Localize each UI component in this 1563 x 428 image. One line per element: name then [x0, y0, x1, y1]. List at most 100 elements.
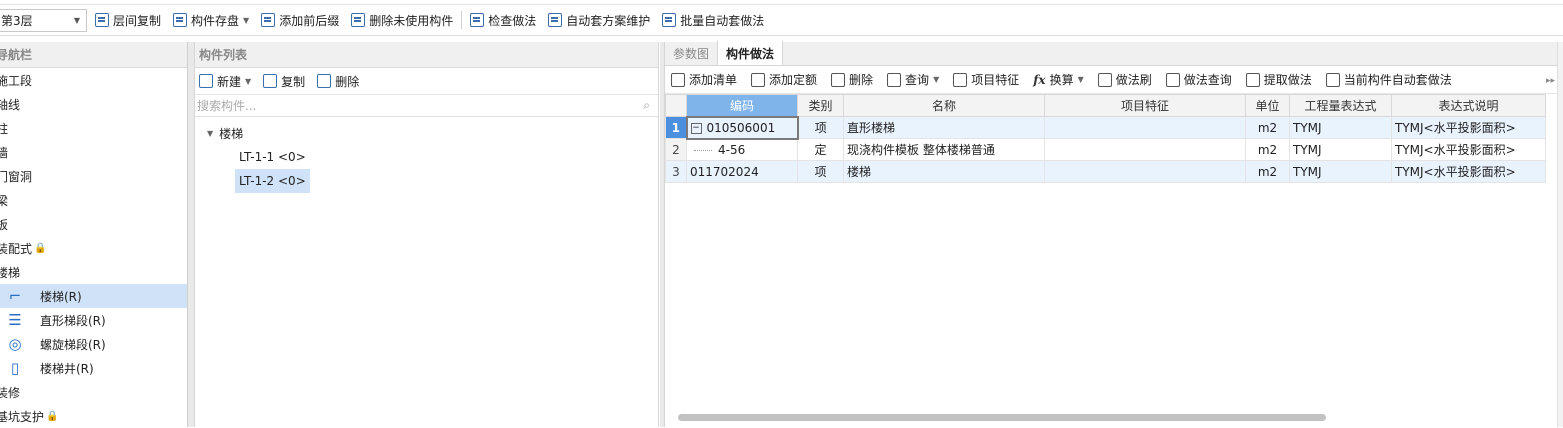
table-row[interactable]: 3 011702024 项 楼梯 m2 TYMJ TYMJ<水平投影面积> — [665, 160, 1546, 183]
nav-subitem-spiral-flight[interactable]: ◎ 螺旋梯段(R) — [0, 332, 187, 356]
nav-item-wall[interactable]: 墙 — [0, 140, 187, 164]
auto-apply-icon — [1325, 72, 1340, 87]
unit-cell[interactable]: m2 — [1245, 138, 1290, 161]
extract-icon — [1245, 72, 1260, 87]
delete-row-button[interactable]: 删除 — [831, 71, 873, 88]
component-list-panel: 构件列表 新建 ▼ 复制 删除 搜索构件... ⌕ ▼ 楼梯 LT-1-1 <0>… — [194, 42, 659, 427]
nav-subitem-straight-flight[interactable]: ☰ 直形梯段(R) — [0, 308, 187, 332]
add-quota-button[interactable]: 添加定额 — [751, 71, 817, 88]
method-panel: 参数图 构件做法 添加清单 添加定额 删除 查询 ▼ 项目特征 fx 换算 ▼ 做法刷… — [664, 41, 1557, 427]
collapse-icon[interactable]: − — [690, 122, 702, 134]
item-feature-button[interactable]: 项目特征 — [953, 71, 1019, 88]
column-header-unit[interactable]: 单位 — [1245, 94, 1290, 117]
expression-desc-cell[interactable]: TYMJ<水平投影面积> — [1391, 116, 1546, 139]
feature-cell[interactable] — [1044, 160, 1246, 183]
nav-item-stair[interactable]: 楼梯 — [0, 260, 187, 284]
column-header-expression-desc[interactable]: 表达式说明 — [1391, 94, 1546, 117]
tab-parameter-figure[interactable]: 参数图 — [665, 41, 717, 65]
more-tools-icon[interactable]: ▸▸ — [1546, 76, 1555, 86]
trash-icon — [317, 74, 332, 88]
batch-icon — [662, 13, 677, 27]
tree-leaf-lt-1-2[interactable]: LT-1-2 <0> — [235, 169, 310, 193]
expression-cell[interactable]: TYMJ — [1289, 138, 1392, 161]
nav-title: 导航栏 — [0, 42, 187, 68]
floor-select[interactable]: 第3层 ▼ — [0, 8, 87, 32]
nav-item-prefab[interactable]: 装配式 🔒 — [0, 236, 187, 260]
method-query-button[interactable]: 做法查询 — [1165, 71, 1232, 88]
tree-node-stair[interactable]: ▼ 楼梯 — [195, 121, 658, 145]
tab-component-method[interactable]: 构件做法 — [717, 41, 784, 65]
corner-cell[interactable] — [665, 94, 687, 117]
nav-item-beam[interactable]: 梁 — [0, 188, 187, 212]
type-cell[interactable]: 项 — [797, 160, 844, 183]
component-list-toolbar: 新建 ▼ 复制 删除 — [195, 68, 658, 95]
column-header-type[interactable]: 类别 — [797, 94, 844, 117]
save-component-button[interactable]: 构件存盘 ▼ — [169, 8, 253, 32]
copy-icon — [263, 74, 278, 88]
stair-icon: ⌐ — [8, 287, 22, 305]
horizontal-scrollbar[interactable] — [678, 414, 1326, 421]
auto-scheme-maintain-button[interactable]: 自动套方案维护 — [544, 8, 654, 32]
expression-desc-cell[interactable]: TYMJ<水平投影面积> — [1391, 138, 1546, 161]
type-cell[interactable]: 项 — [797, 116, 844, 139]
expression-desc-cell[interactable]: TYMJ<水平投影面积> — [1391, 160, 1546, 183]
convert-button[interactable]: fx 换算 ▼ — [1033, 71, 1084, 88]
new-button[interactable]: 新建 ▼ — [199, 73, 251, 90]
table-header-row: 编码 类别 名称 项目特征 单位 工程量表达式 表达式说明 — [665, 94, 1546, 117]
nav-item-decoration[interactable]: 装修 — [0, 380, 187, 404]
nav-item-slab[interactable]: 板 — [0, 212, 187, 236]
add-quota-icon — [751, 72, 766, 87]
column-header-expression[interactable]: 工程量表达式 — [1289, 94, 1392, 117]
delete-unused-button[interactable]: 删除未使用构件 — [347, 8, 457, 32]
auto-apply-current-button[interactable]: 当前构件自动套做法 — [1325, 71, 1452, 88]
add-bill-button[interactable]: 添加清单 — [671, 71, 737, 88]
save-icon — [173, 13, 188, 27]
table-row[interactable]: 1 −010506001 项 直形楼梯 m2 TYMJ TYMJ<水平投影面积> — [665, 115, 1546, 140]
tree-leaf-lt-1-1[interactable]: LT-1-1 <0> — [235, 145, 310, 169]
nav-item-door-window[interactable]: 门窗洞 — [0, 164, 187, 188]
column-header-name[interactable]: 名称 — [843, 94, 1045, 117]
nav-item-construction-section[interactable]: 施工段 — [0, 68, 187, 92]
column-header-code[interactable]: 编码 — [686, 94, 798, 117]
add-prefix-suffix-button[interactable]: 添加前后缀 — [257, 8, 343, 32]
query-button[interactable]: 查询 ▼ — [887, 71, 939, 88]
column-header-feature[interactable]: 项目特征 — [1044, 94, 1246, 117]
code-cell[interactable]: −010506001 — [685, 115, 799, 140]
batch-auto-apply-button[interactable]: 批量自动套做法 — [658, 8, 768, 32]
nav-subitem-stair[interactable]: ⌐ 楼梯(R) — [0, 284, 187, 308]
nav-item-axis[interactable]: 轴线 — [0, 92, 187, 116]
code-cell[interactable]: 4-56 — [686, 138, 798, 161]
chevron-down-icon: ▼ — [1077, 75, 1084, 84]
unit-cell[interactable]: m2 — [1245, 116, 1290, 139]
table-row[interactable]: 2 4-56 定 现浇构件模板 整体楼梯普通 m2 TYMJ TYMJ<水平投影… — [665, 138, 1546, 161]
expression-cell[interactable]: TYMJ — [1289, 116, 1392, 139]
straight-flight-icon: ☰ — [8, 311, 22, 329]
lock-icon: 🔒 — [46, 410, 59, 422]
method-brush-button[interactable]: 做法刷 — [1097, 71, 1152, 88]
code-cell[interactable]: 011702024 — [686, 160, 798, 183]
query-icon — [887, 72, 902, 87]
nav-item-pit-support[interactable]: 基坑支护 🔒 — [0, 404, 187, 428]
expression-cell[interactable]: TYMJ — [1289, 160, 1392, 183]
delete-button[interactable]: 删除 — [317, 73, 359, 90]
name-cell[interactable]: 直形楼梯 — [843, 116, 1045, 139]
component-search-input[interactable]: 搜索构件... ⌕ — [195, 95, 658, 117]
nav-item-column[interactable]: 柱 — [0, 116, 187, 140]
name-cell[interactable]: 楼梯 — [843, 160, 1045, 183]
name-cell[interactable]: 现浇构件模板 整体楼梯普通 — [843, 138, 1045, 161]
copy-icon — [95, 13, 109, 27]
feature-cell[interactable] — [1044, 116, 1246, 139]
extract-method-button[interactable]: 提取做法 — [1245, 71, 1312, 88]
feature-icon — [953, 72, 968, 87]
type-cell[interactable]: 定 — [797, 138, 844, 161]
nav-subitem-stair-well[interactable]: ▯ 楼梯井(R) — [0, 356, 187, 380]
check-method-button[interactable]: 检查做法 — [466, 8, 540, 32]
trash-icon — [831, 72, 846, 87]
unit-cell[interactable]: m2 — [1245, 160, 1290, 183]
expand-triangle-icon[interactable]: ▼ — [207, 129, 213, 138]
copy-between-floors-button[interactable]: 层间复制 — [91, 8, 165, 32]
method-tabs: 参数图 构件做法 — [665, 41, 1557, 66]
copy-button[interactable]: 复制 — [263, 73, 305, 90]
vertical-scrollbar-track[interactable] — [1557, 42, 1563, 427]
feature-cell[interactable] — [1044, 138, 1246, 161]
